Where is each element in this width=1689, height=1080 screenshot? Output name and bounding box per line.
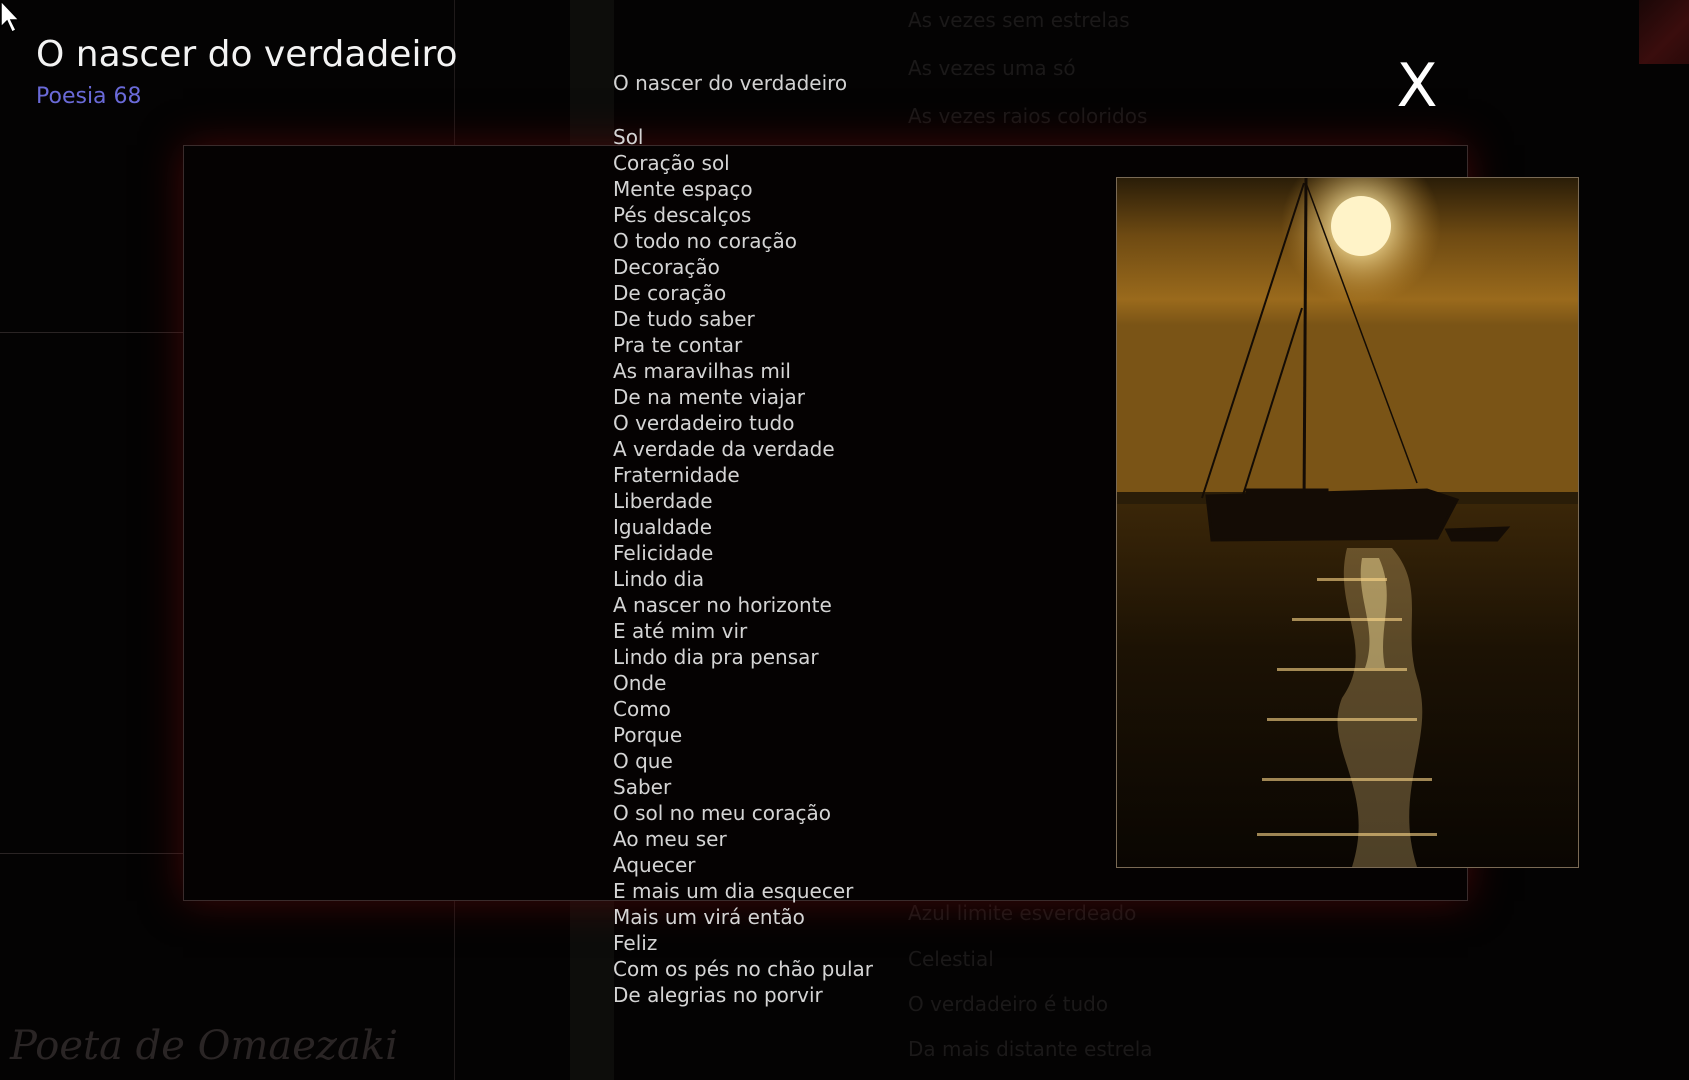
background-line: O verdadeiro é tudo <box>908 992 1109 1016</box>
corner-decoration <box>1639 0 1689 64</box>
background-line: Celestial <box>908 947 994 971</box>
poem-line: O que <box>613 749 673 773</box>
poem-line: De tudo saber <box>613 307 755 331</box>
poem-line: De na mente viajar <box>613 385 806 409</box>
poem-line: De alegrias no porvir <box>613 983 823 1007</box>
poem-line: De coração <box>613 281 727 305</box>
poem-line: Decoração <box>613 255 720 279</box>
bg-divider-bottom <box>0 853 183 854</box>
poem-line: Lindo dia pra pensar <box>613 645 819 669</box>
background-line: Azul limite esverdeado <box>908 901 1137 925</box>
poem-line: Com os pés no chão pular <box>613 957 874 981</box>
photo-illustration <box>1117 178 1578 867</box>
poem-line: A nascer no horizonte <box>613 593 832 617</box>
poem-line: Liberdade <box>613 489 713 513</box>
page-title: O nascer do verdadeiro <box>36 34 458 75</box>
poem-line: Feliz <box>613 931 658 955</box>
poem-line: Mente espaço <box>613 177 753 201</box>
poem-line: Pés descalços <box>613 203 752 227</box>
poem-line: Coração sol <box>613 151 730 175</box>
poem-line: Pra te contar <box>613 333 743 357</box>
sunset-sailboat-photo <box>1116 177 1579 868</box>
background-line: As vezes uma só <box>908 56 1076 80</box>
poem-line: Fraternidade <box>613 463 740 487</box>
poem-line: Porque <box>613 723 683 747</box>
poem-line: Igualdade <box>613 515 713 539</box>
poem-line: O sol no meu coração <box>613 801 831 825</box>
poem-line: Mais um virá então <box>613 905 805 929</box>
poem-line: Felicidade <box>613 541 714 565</box>
poem-line: As maravilhas mil <box>613 359 791 383</box>
poem-line: Aquecer <box>613 853 696 877</box>
poem-title: O nascer do verdadeiro <box>613 71 848 95</box>
poem-line: Onde <box>613 671 667 695</box>
poem-line: O todo no coração <box>613 229 797 253</box>
signature: Poeta de Omaezaki <box>10 1023 398 1069</box>
bg-divider-top <box>0 332 183 333</box>
mouse-pointer-icon <box>0 0 21 34</box>
background-line: Da mais distante estrela <box>908 1037 1153 1061</box>
poem-line: Como <box>613 697 671 721</box>
background-line: As vezes raios coloridos <box>908 104 1148 128</box>
poem-line: Ao meu ser <box>613 827 727 851</box>
close-button[interactable]: X <box>1395 54 1439 118</box>
poem-line: E até mim vir <box>613 619 748 643</box>
poem-line: O verdadeiro tudo <box>613 411 795 435</box>
poem-lines: Sol Coração sol Mente espaço Pés descalços O… <box>613 124 873 1008</box>
poem-line: Sol <box>613 125 644 149</box>
poem-line: Saber <box>613 775 672 799</box>
poem-line: A verdade da verdade <box>613 437 835 461</box>
background-line: As vezes sem estrelas <box>908 8 1130 32</box>
poem-line: E mais um dia esquecer <box>613 879 854 903</box>
poem-line: Lindo dia <box>613 567 705 591</box>
page-subtitle: Poesia 68 <box>36 84 142 109</box>
